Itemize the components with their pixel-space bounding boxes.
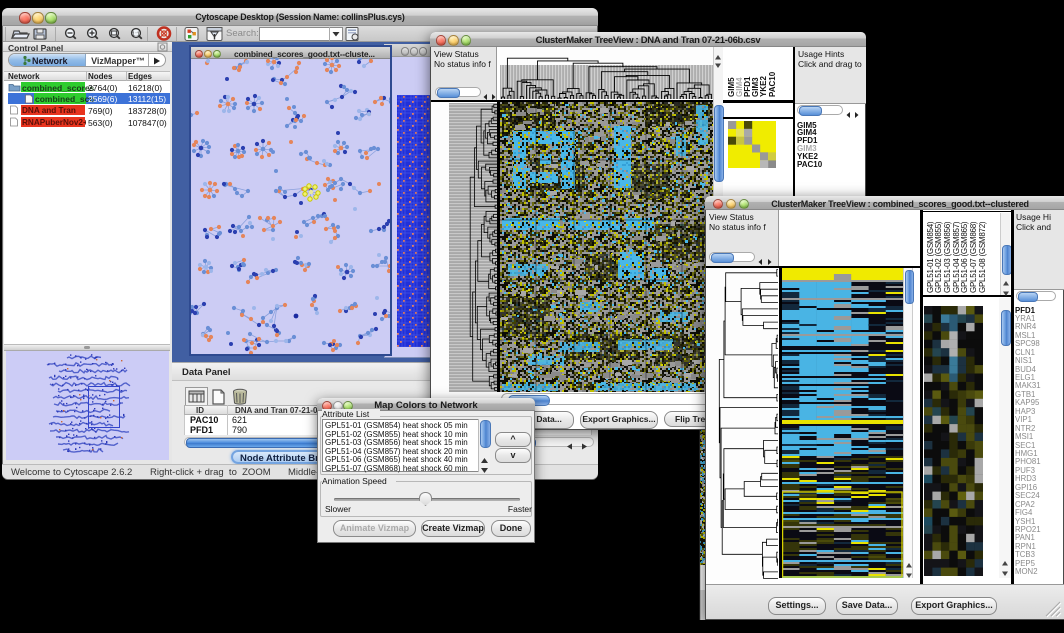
svg-text:1:1: 1:1 — [132, 32, 140, 38]
